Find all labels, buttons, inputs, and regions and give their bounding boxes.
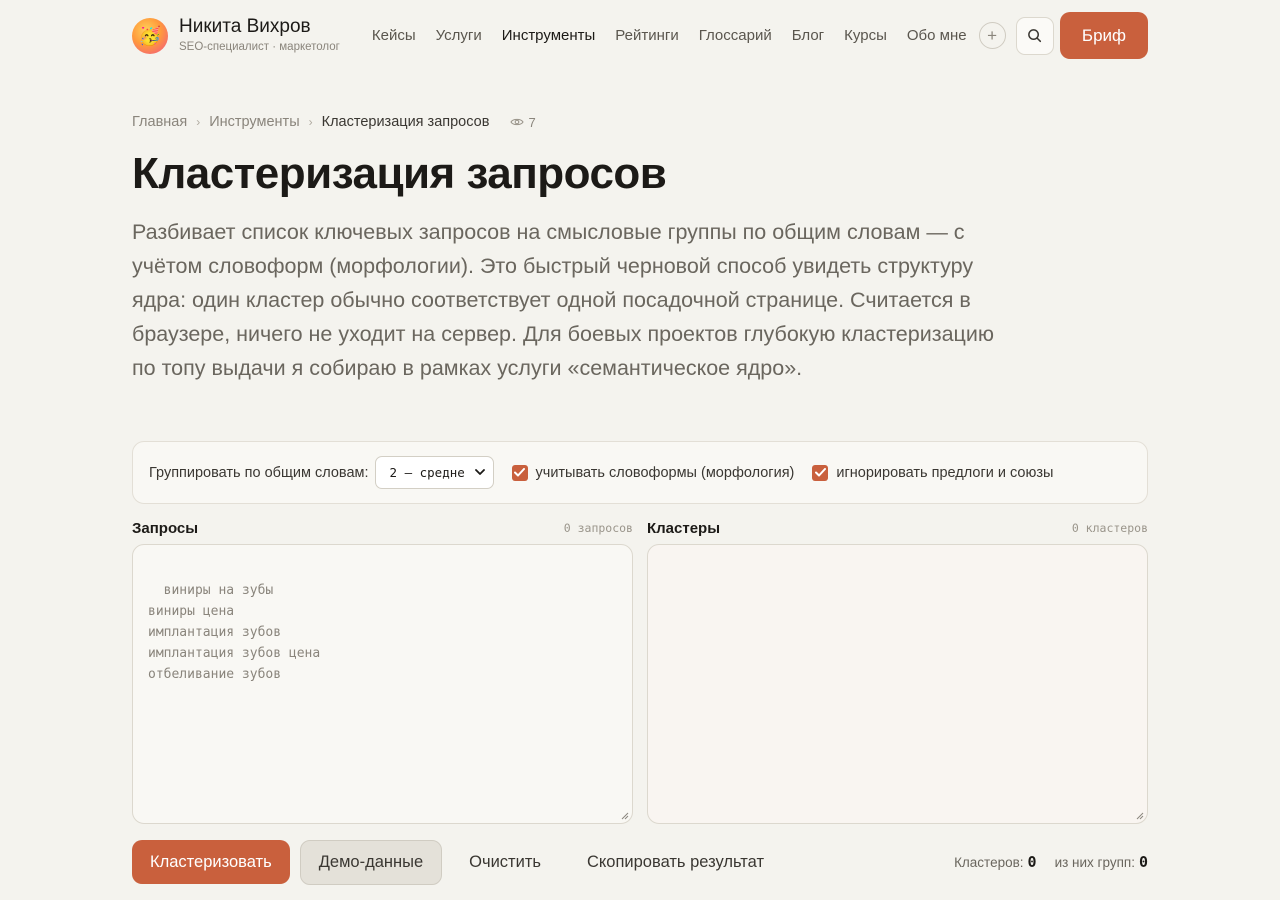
nav-item-courses[interactable]: Курсы (844, 27, 887, 44)
breadcrumb-tools[interactable]: Инструменты (209, 114, 299, 130)
breadcrumb-separator: › (308, 115, 313, 129)
group-select[interactable]: 2 — средне (374, 456, 494, 489)
checkbox-checked-icon (511, 464, 528, 481)
stats: Кластеров: 0 из них групп: 0 (954, 853, 1148, 871)
groups-stat-value: 0 (1138, 853, 1148, 871)
view-count: 7 (528, 114, 536, 130)
view-counter: 7 (510, 114, 536, 130)
demo-data-button[interactable]: Демо-данные (299, 839, 443, 885)
nav-item-ratings[interactable]: Рейтинги (615, 27, 678, 44)
breadcrumb-separator: › (196, 115, 201, 129)
eye-icon (510, 118, 525, 126)
checkbox-checked-icon (812, 464, 829, 481)
morphology-label: учитывать словоформы (морфология) (535, 464, 795, 481)
site-header: 🥳 Никита Вихров SEO-специалист · маркето… (132, 12, 1148, 59)
nav-item-cases[interactable]: Кейсы (372, 27, 416, 44)
queries-count: 0 запросов (563, 521, 633, 535)
copy-result-button[interactable]: Скопировать результат (587, 853, 764, 872)
breadcrumb-home[interactable]: Главная (132, 114, 187, 130)
morphology-checkbox[interactable]: учитывать словоформы (морфология) (511, 464, 795, 481)
page-title: Кластеризация запросов (132, 149, 667, 198)
main-nav: Кейсы Услуги Инструменты Рейтинги Глосса… (372, 22, 1006, 49)
clusters-header: Кластеры 0 кластеров (647, 518, 1148, 538)
groups-stat-label: из них групп: (1054, 854, 1135, 870)
nav-item-about[interactable]: Обо мне (907, 27, 967, 44)
queries-header: Запросы 0 запросов (132, 518, 633, 538)
search-button[interactable] (1015, 16, 1054, 55)
brand-subtitle: SEO-специалист · маркетолог (179, 41, 340, 53)
cluster-button[interactable]: Кластеризовать (132, 840, 290, 884)
clusters-title: Кластеры (647, 519, 721, 537)
breadcrumb: Главная › Инструменты › Кластеризация за… (132, 112, 1148, 132)
resize-grip-icon[interactable] (1136, 812, 1144, 820)
clusters-output[interactable] (647, 544, 1148, 824)
avatar: 🥳 (132, 17, 168, 54)
clear-button[interactable]: Очистить (469, 853, 541, 872)
nav-item-services[interactable]: Услуги (436, 27, 482, 44)
nav-item-glossary[interactable]: Глоссарий (699, 27, 772, 44)
breadcrumb-current: Кластеризация запросов (321, 114, 490, 130)
search-icon (1028, 29, 1042, 43)
nav-item-blog[interactable]: Блог (792, 27, 824, 44)
more-nav-plus-icon[interactable]: + (978, 22, 1006, 49)
brand-name: Никита Вихров (179, 16, 311, 37)
chevron-down-icon (474, 469, 485, 475)
resize-grip-icon[interactable] (621, 812, 629, 820)
options-panel: Группировать по общим словам: 2 — средне… (132, 441, 1148, 504)
queries-placeholder: виниры на зубы виниры цена имплантация з… (148, 583, 321, 682)
brief-button[interactable]: Бриф (1059, 12, 1148, 59)
brand[interactable]: 🥳 Никита Вихров SEO-специалист · маркето… (132, 16, 340, 55)
clusters-count: 0 кластеров (1071, 521, 1148, 535)
clusters-stat-label: Кластеров: (954, 854, 1024, 870)
ignore-stopwords-label: игнорировать предлоги и союзы (836, 464, 1054, 481)
action-bar: Кластеризовать Демо-данные Очистить Скоп… (132, 839, 1148, 885)
nav-item-tools[interactable]: Инструменты (502, 27, 596, 44)
queries-title: Запросы (132, 519, 199, 537)
group-select-value: 2 — средне (389, 465, 465, 480)
page-lead: Разбивает список ключевых запросов на см… (132, 220, 994, 380)
brand-text: Никита Вихров SEO-специалист · маркетоло… (179, 16, 340, 55)
group-label: Группировать по общим словам: (149, 464, 369, 481)
ignore-stopwords-checkbox[interactable]: игнорировать предлоги и союзы (812, 464, 1054, 481)
queries-textarea[interactable]: виниры на зубы виниры цена имплантация з… (132, 544, 633, 824)
clusters-stat-value: 0 (1027, 853, 1037, 871)
